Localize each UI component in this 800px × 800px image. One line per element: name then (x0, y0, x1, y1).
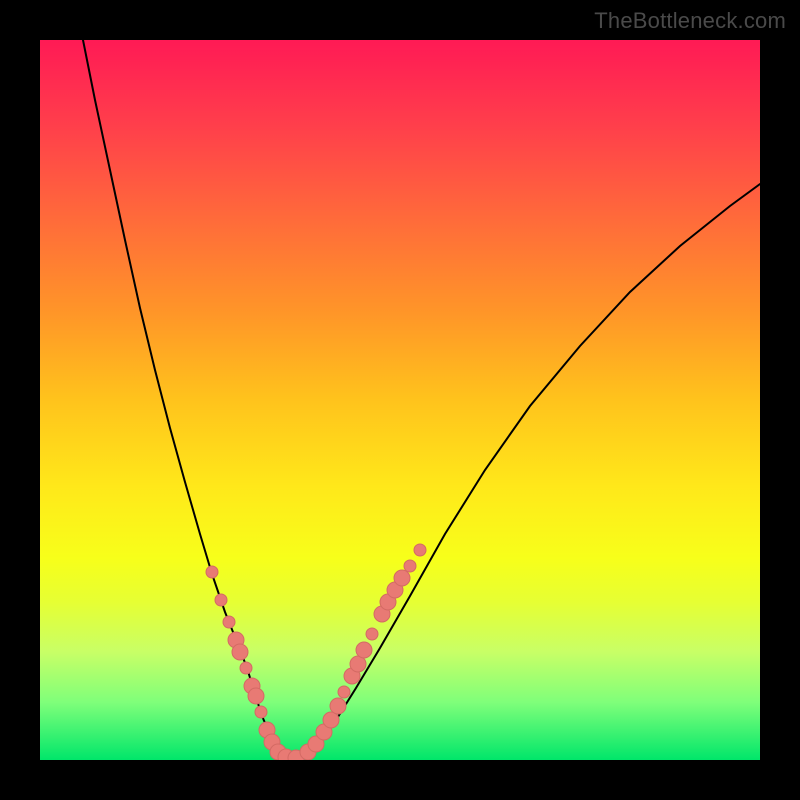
bead-left-beads (240, 662, 252, 674)
bead-right-beads (366, 628, 378, 640)
bead-left-beads (206, 566, 218, 578)
bead-layer (206, 544, 426, 760)
bead-right-beads (356, 642, 372, 658)
curve-layer (83, 40, 760, 758)
bead-right-beads (330, 698, 346, 714)
bead-left-beads (223, 616, 235, 628)
bead-right-beads (414, 544, 426, 556)
watermark-text: TheBottleneck.com (594, 8, 786, 34)
bead-left-beads (248, 688, 264, 704)
bead-left-beads (232, 644, 248, 660)
bead-left-beads (215, 594, 227, 606)
plot-area (40, 40, 760, 760)
bead-right-beads (323, 712, 339, 728)
bead-left-beads (255, 706, 267, 718)
bead-right-beads (338, 686, 350, 698)
curve-left-branch (83, 40, 288, 758)
bead-right-beads (404, 560, 416, 572)
bead-right-beads (394, 570, 410, 586)
chart-svg (40, 40, 760, 760)
chart-frame: TheBottleneck.com (0, 0, 800, 800)
